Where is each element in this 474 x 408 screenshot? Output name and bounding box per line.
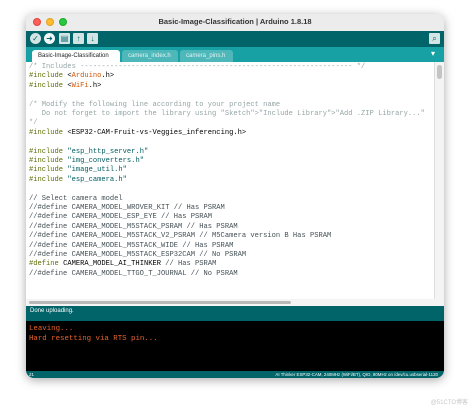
board-info: AI Thinker ESP32-CAM, 240MHz (WiFi/BT), … [275, 372, 438, 377]
code-keyword: #include [29, 175, 64, 184]
code-keyword: #define [29, 260, 59, 269]
code-line: /* Includes ----------------------------… [29, 63, 366, 71]
code-string: "img_converters.h" [67, 157, 144, 165]
arrow-right-icon: ➜ [46, 34, 53, 43]
code-line: Do not forget to import the library usin… [29, 110, 425, 118]
new-sketch-button[interactable]: ▤ [59, 33, 70, 44]
console-line: Leaving... [29, 325, 74, 333]
code-line: #include "esp_camera.h" [29, 176, 127, 185]
code-line: /* Modify the following line according t… [29, 100, 281, 109]
code-keyword: #include [29, 81, 64, 90]
code-line: //#define CAMERA_MODEL_ESP_EYE // Has PS… [29, 213, 213, 222]
code-line: #include <ESP32-CAM-Fruit-vs-Veggies_inf… [29, 128, 247, 137]
console-output[interactable]: Leaving... Hard resetting via RTS pin... [26, 321, 444, 371]
open-sketch-button[interactable]: ↑ [73, 33, 84, 44]
tab-camera-pins[interactable]: camera_pins.h [180, 50, 233, 62]
status-bar: Done uploading. [26, 306, 444, 317]
ide-window: Basic-Image-Classification | Arduino 1.8… [26, 14, 444, 378]
code-token: WiFi [71, 81, 89, 90]
code-line: //#define CAMERA_MODEL_M5STACK_WIDE // H… [29, 241, 234, 250]
code-line: */ [29, 119, 38, 128]
serial-monitor-button[interactable]: ⌕ [429, 33, 440, 44]
tab-camera-index[interactable]: camera_index.h [122, 50, 178, 62]
code-line: #include <WiFi.h> [29, 81, 102, 90]
watermark: @51CTO博客 [430, 400, 468, 406]
code-line: //#define CAMERA_MODEL_M5STACK_PSRAM // … [29, 222, 238, 231]
console-line: Hard resetting via RTS pin... [29, 334, 158, 343]
code-line: //#define CAMERA_MODEL_TTGO_T_JOURNAL //… [29, 269, 238, 278]
toolbar: ✓ ➜ ▤ ↑ ↓ ⌕ [26, 31, 444, 47]
horizontal-scroll-thumb[interactable] [29, 301, 291, 304]
vertical-scroll-thumb[interactable] [437, 65, 442, 79]
code-line: #include <Arduino.h> [29, 72, 115, 81]
editor-vertical-scrollbar[interactable] [434, 62, 444, 299]
verify-button[interactable]: ✓ [30, 33, 41, 44]
window-title: Basic-Image-Classification | Arduino 1.8… [158, 17, 312, 26]
upload-button[interactable]: ➜ [44, 33, 55, 44]
code-line: //#define CAMERA_MODEL_WROVER_KIT // Has… [29, 204, 225, 212]
code-keyword: #include [29, 157, 64, 165]
checkmark-icon: ✓ [32, 34, 39, 43]
magnifier-icon: ⌕ [432, 34, 437, 43]
code-keyword: #include [29, 147, 64, 156]
code-string: "esp_http_server.h" [67, 147, 149, 156]
code-keyword: #include [29, 128, 64, 137]
arrow-down-icon: ↓ [90, 34, 95, 43]
code-line: #include "image_util.h" [29, 166, 127, 175]
code-string: "image_util.h" [67, 166, 127, 175]
editor-horizontal-scrollbar[interactable] [26, 299, 444, 306]
line-number: 21 [29, 372, 34, 377]
title-bar: Basic-Image-Classification | Arduino 1.8… [26, 14, 444, 32]
save-sketch-button[interactable]: ↓ [87, 33, 98, 44]
bottom-status-bar: 21 AI Thinker ESP32-CAM, 240MHz (WiFi/BT… [26, 371, 444, 378]
arrow-up-icon: ↑ [76, 34, 81, 43]
code-token: Arduino [71, 72, 102, 81]
code-string: "esp_camera.h" [67, 175, 127, 184]
tab-bar: Basic-Image-Classification camera_index.… [26, 47, 444, 62]
code-line: #define CAMERA_MODEL_AI_THINKER // Has P… [29, 260, 217, 269]
tab-menu-icon[interactable]: ▾ [428, 49, 438, 59]
code-keyword: #include [29, 166, 64, 175]
code-keyword: #include [29, 72, 64, 81]
tab-basic-image-classification[interactable]: Basic-Image-Classification [32, 50, 120, 62]
code-line: #include "img_converters.h" [29, 157, 144, 166]
code-line: //#define CAMERA_MODEL_M5STACK_V2_PSRAM … [29, 232, 332, 241]
code-editor[interactable]: /* Includes ----------------------------… [26, 62, 434, 299]
code-line: #include "esp_http_server.h" [29, 148, 148, 157]
code-comment: // Has PSRAM [165, 260, 217, 269]
code-line: // Select camera model [29, 194, 123, 203]
new-file-icon: ▤ [60, 34, 69, 43]
code-line: //#define CAMERA_MODEL_M5STACK_ESP32CAM … [29, 251, 247, 259]
